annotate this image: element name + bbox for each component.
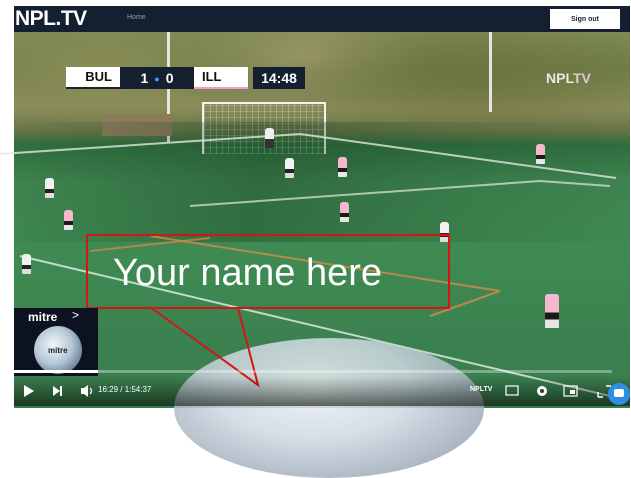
pip-icon[interactable] <box>563 385 578 397</box>
settings-icon[interactable] <box>537 386 547 396</box>
control-icons <box>24 385 612 398</box>
time-display: 16:29 / 1:54:37 <box>98 385 152 394</box>
chat-icon[interactable] <box>608 383 630 405</box>
play-icon[interactable] <box>24 385 34 397</box>
volume-icon[interactable] <box>81 385 93 397</box>
cast-icon[interactable] <box>505 385 519 396</box>
npltv-badge: NPLTV <box>470 386 493 393</box>
skip-next-icon[interactable] <box>53 386 62 396</box>
